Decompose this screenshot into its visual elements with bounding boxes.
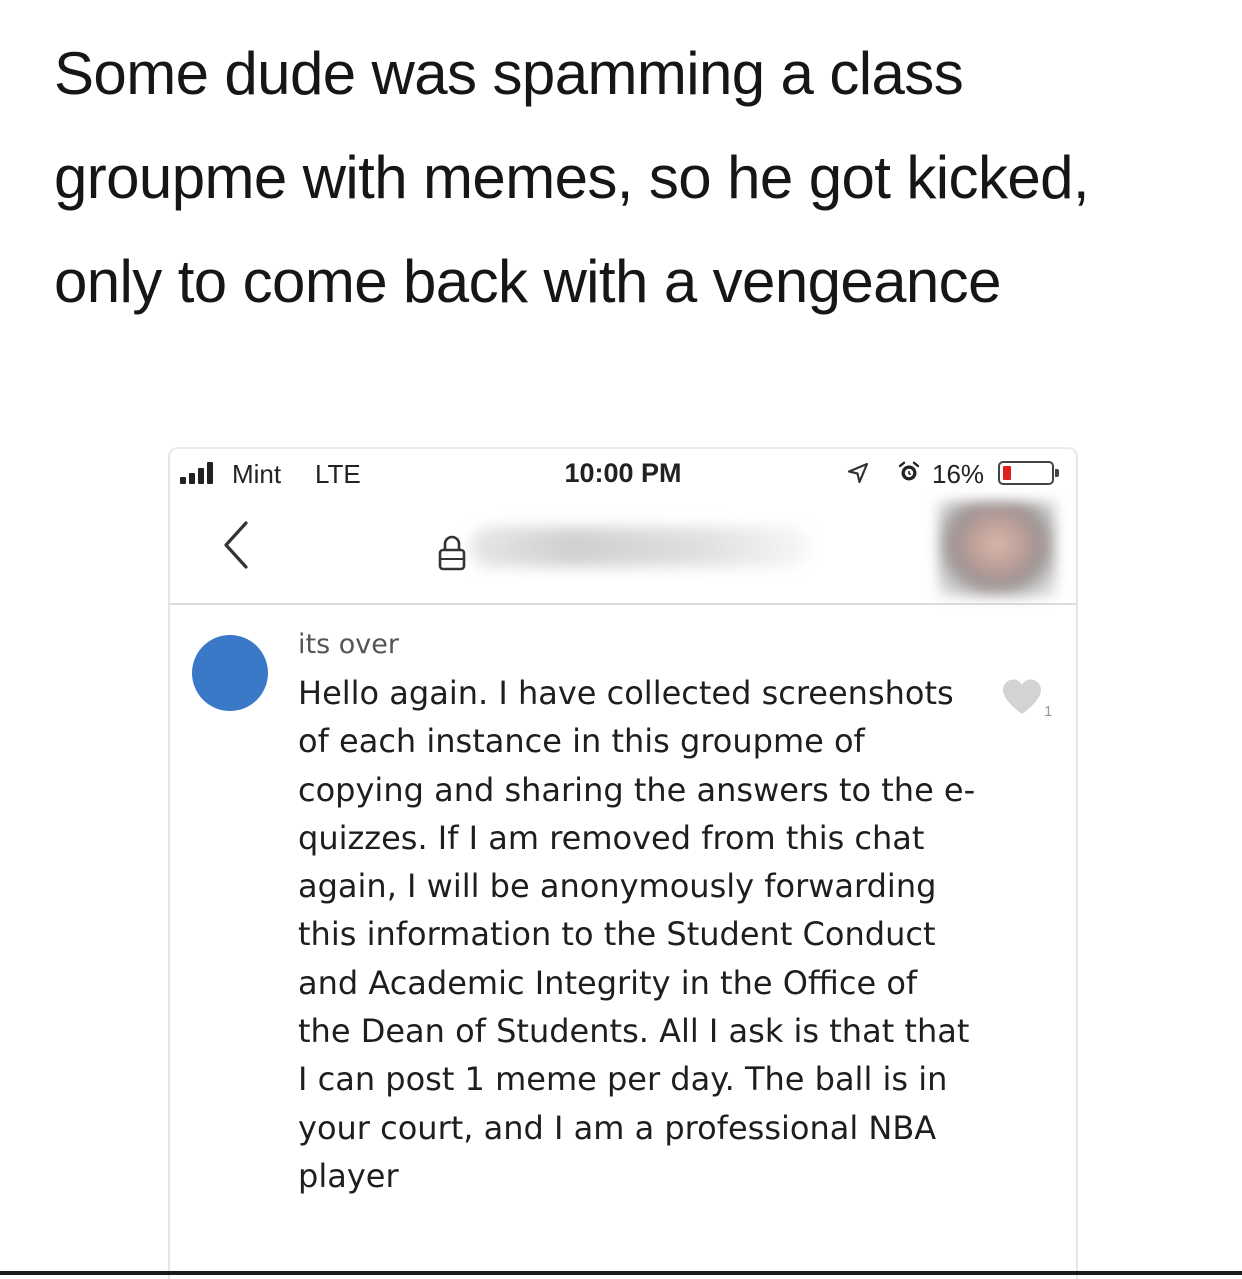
status-bar: Mint LTE 10:00 PM 16% [170, 449, 1076, 497]
post-caption: Some dude was spamming a class groupme w… [54, 40, 1090, 315]
battery-percent: 16% [932, 459, 985, 489]
back-icon[interactable] [216, 515, 256, 575]
alarm-icon [898, 461, 920, 481]
heart-icon[interactable] [1000, 677, 1044, 717]
chat-message: its over Hello again. I have collected s… [170, 619, 1076, 1279]
lock-icon [438, 535, 466, 571]
battery-icon [998, 461, 1059, 485]
chat-header [170, 499, 1076, 605]
sender-avatar[interactable] [192, 635, 268, 711]
location-icon [847, 462, 869, 484]
phone-screenshot: Mint LTE 10:00 PM 16% its over Hello aga… [168, 447, 1078, 1279]
sender-name: its over [298, 629, 399, 660]
bottom-divider [0, 1271, 1242, 1275]
battery-level-fill [1003, 466, 1011, 480]
group-avatar-redacted[interactable] [938, 501, 1056, 597]
like-count: 1 [1044, 703, 1053, 720]
message-text: Hello again. I have collected screenshot… [298, 674, 976, 1195]
group-name-redacted[interactable] [470, 527, 810, 567]
